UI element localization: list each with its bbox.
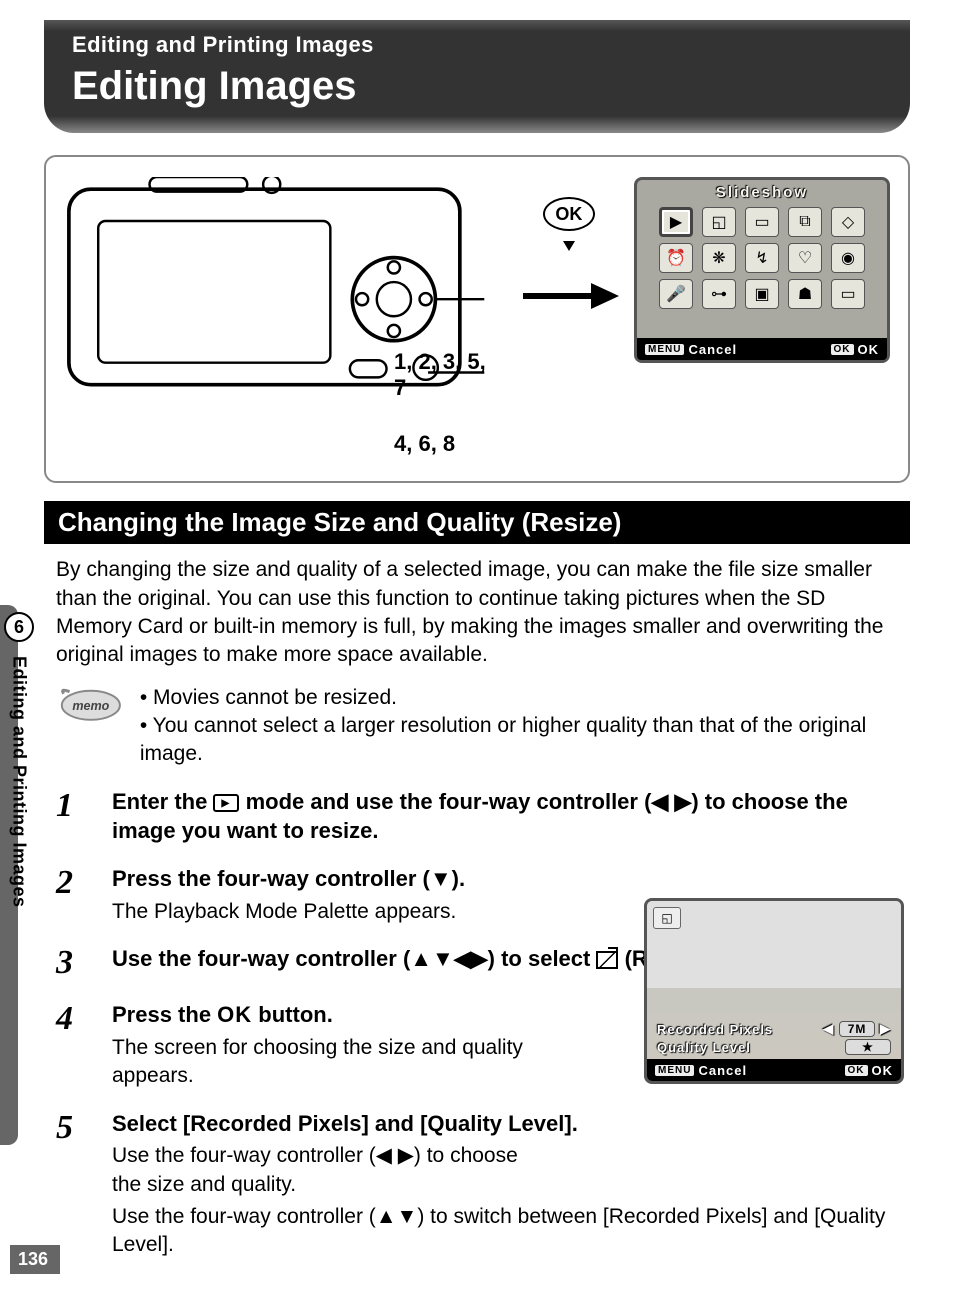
memo-icon: memo: [56, 684, 122, 728]
palette-filter-icon: ❋: [702, 243, 736, 273]
side-tab: 6 Editing and Printing Images: [0, 612, 38, 908]
chapter-header: Editing and Printing Images Editing Imag…: [44, 20, 910, 133]
palette-slideshow-icon: ▶: [659, 207, 693, 237]
step-number: 1: [56, 787, 96, 825]
palette-brightness-icon: ↯: [745, 243, 779, 273]
palette-row-2: ⏰ ❋ ↯ ♡ ◉: [637, 243, 887, 273]
down-arrow-icon: [563, 241, 575, 251]
chapter-big-title: Editing Images: [72, 64, 882, 109]
lcd-palette-preview: Slideshow ▶ ◱ ▭ ⧉ ◇ ⏰ ❋ ↯ ♡ ◉ 🎤 ⊶: [634, 177, 890, 363]
memo-block: memo Movies cannot be resized. You canno…: [44, 684, 910, 769]
palette-resize-icon: ◱: [702, 207, 736, 237]
memo-item: You cannot select a larger resolution or…: [140, 712, 910, 769]
quality-level-value: ★: [845, 1039, 891, 1055]
side-tab-number: 6: [4, 612, 34, 642]
palette-dpof-icon: ▣: [745, 279, 779, 309]
right-arrow-icon: [519, 281, 619, 316]
memo-list: Movies cannot be resized. You cannot sel…: [140, 684, 910, 769]
step-title: Press the four-way controller (▼).: [112, 864, 910, 894]
chapter-small-title: Editing and Printing Images: [72, 32, 882, 58]
lcd-title: Slideshow: [637, 184, 887, 201]
ok-button-icon: OK: [543, 197, 595, 231]
step-description: The screen for choosing the size and qua…: [112, 1034, 552, 1091]
step-description: Use the four-way controller (▲▼) to swit…: [112, 1203, 910, 1260]
resize-icon-corner: ◱: [653, 907, 681, 929]
playback-mode-icon: [213, 794, 239, 812]
text-fragment: Use the four-way controller (▲▼◀▶) to se…: [112, 946, 596, 971]
step-number: 4: [56, 1000, 96, 1038]
cancel-label: Cancel: [688, 342, 737, 357]
step-title: Select [Recorded Pixels] and [Quality Le…: [112, 1109, 910, 1139]
text-fragment: Enter the: [112, 789, 213, 814]
step-description: Use the four-way controller (◀ ▶) to cho…: [112, 1142, 552, 1199]
palette-protect-icon: ⊶: [702, 279, 736, 309]
recorded-pixels-value: 7M: [839, 1021, 876, 1037]
step-number: 5: [56, 1109, 96, 1147]
recorded-pixels-row: Recorded Pixels ◀ 7M ▶: [657, 1021, 891, 1037]
palette-copy-icon: ⧉: [788, 207, 822, 237]
menu-badge: MENU: [655, 1065, 694, 1076]
palette-redeye-icon: ◉: [831, 243, 865, 273]
palette-rotate-icon: ◇: [831, 207, 865, 237]
resize-screen-preview: ◱ Recorded Pixels ◀ 7M ▶ Quality Level ★…: [644, 898, 904, 1084]
camera-illustration-area: 1, 2, 3, 5, 7 4, 6, 8: [64, 177, 504, 457]
intro-paragraph: By changing the size and quality of a se…: [44, 556, 910, 669]
recorded-pixels-label: Recorded Pixels: [657, 1022, 773, 1037]
quality-level-row: Quality Level ★: [657, 1039, 891, 1055]
callout-steps-ok: 1, 2, 3, 5, 7: [394, 349, 504, 401]
svg-text:memo: memo: [72, 699, 109, 713]
overview-diagram: 1, 2, 3, 5, 7 4, 6, 8 OK Slideshow ▶ ◱ ▭…: [44, 155, 910, 483]
ok-inline-text: OK: [217, 1002, 252, 1027]
side-tab-text: Editing and Printing Images: [9, 656, 30, 908]
palette-startup-icon: ☗: [788, 279, 822, 309]
ok-badge: OK: [845, 1065, 868, 1076]
step-number: 3: [56, 944, 96, 982]
page-number: 136: [10, 1245, 60, 1274]
palette-row-1: ▶ ◱ ▭ ⧉ ◇: [637, 207, 887, 237]
step-1: 1 Enter the mode and use the four-way co…: [44, 787, 910, 846]
ok-badge: OK: [831, 344, 854, 355]
cancel-label: Cancel: [698, 1063, 747, 1078]
palette-frame-icon: ▭: [831, 279, 865, 309]
resize-icon: [596, 951, 618, 969]
ok-arrow-column: OK: [514, 197, 624, 316]
resize-fields: Recorded Pixels ◀ 7M ▶ Quality Level ★: [647, 1021, 901, 1055]
palette-alarm-icon: ⏰: [659, 243, 693, 273]
menu-badge: MENU: [645, 344, 684, 355]
palette-favorite-icon: ♡: [788, 243, 822, 273]
ok-label: OK: [872, 1063, 894, 1078]
lcd-footer: MENU Cancel OK OK: [637, 338, 887, 360]
palette-row-3: 🎤 ⊶ ▣ ☗ ▭: [637, 279, 887, 309]
section-title: Changing the Image Size and Quality (Res…: [44, 501, 910, 544]
step-5: 5 Select [Recorded Pixels] and [Quality …: [44, 1109, 910, 1260]
callout-steps-menu: 4, 6, 8: [394, 431, 455, 457]
ok-label: OK: [858, 342, 880, 357]
quality-level-label: Quality Level: [657, 1040, 751, 1055]
text-fragment: Press the: [112, 1002, 217, 1027]
resize-lcd-footer: MENU Cancel OK OK: [647, 1059, 901, 1081]
memo-item: Movies cannot be resized.: [140, 684, 910, 712]
text-fragment: button.: [252, 1002, 333, 1027]
palette-voice-icon: 🎤: [659, 279, 693, 309]
palette-crop-icon: ▭: [745, 207, 779, 237]
step-title: Enter the mode and use the four-way cont…: [112, 787, 910, 846]
step-number: 2: [56, 864, 96, 902]
